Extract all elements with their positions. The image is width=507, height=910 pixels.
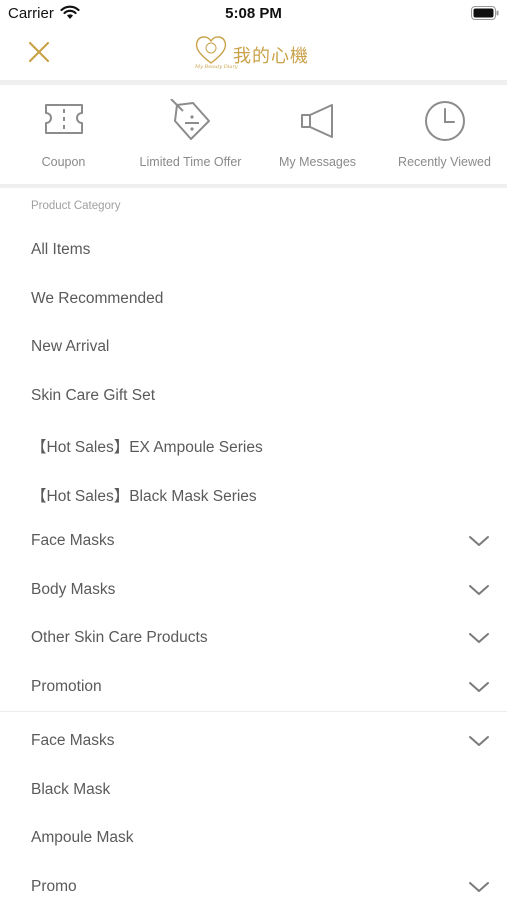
chevron-down-icon[interactable] (468, 631, 490, 645)
category-list: All Items We Recommended New Arrival Ski… (0, 225, 507, 710)
clock: 5:08 PM (0, 5, 507, 22)
category-item[interactable]: All Items (0, 225, 507, 274)
megaphone-icon (296, 99, 340, 143)
quick-actions-divider (0, 184, 507, 188)
category-item[interactable]: Ampoule Mask (0, 813, 507, 862)
category-item[interactable]: Promo (0, 862, 507, 910)
chevron-down-icon[interactable] (468, 680, 490, 694)
category-item[interactable]: New Arrival (0, 322, 507, 371)
status-bar: Carrier 5:08 PM (0, 0, 507, 28)
quick-actions: Coupon Limited Time Offer My Messages Re… (0, 85, 507, 185)
category-item[interactable]: Black Mask (0, 765, 507, 814)
category-item-label: Body Masks (31, 581, 115, 599)
category-item-label: Promo (31, 878, 77, 896)
category-item-label: Skin Care Gift Set (31, 387, 155, 405)
section-divider (0, 711, 507, 712)
chevron-down-icon[interactable] (468, 734, 490, 748)
category-item-label: Black Mask (31, 781, 110, 799)
category-item-label: We Recommended (31, 290, 163, 308)
secondary-category-list: Face Masks Black Mask Ampoule Mask Promo (0, 716, 507, 910)
coupon-button[interactable]: Coupon (0, 85, 127, 185)
category-item[interactable]: Face Masks (0, 716, 507, 765)
chevron-down-icon[interactable] (468, 534, 490, 548)
brand-tagline: My Beauty Diary (195, 64, 238, 70)
chevron-down-icon[interactable] (468, 583, 490, 597)
category-item-label: Face Masks (31, 532, 115, 550)
category-item[interactable]: Skin Care Gift Set (0, 371, 507, 420)
category-item[interactable]: Body Masks (0, 565, 507, 614)
brand-logo: 我的心機 My Beauty Diary (193, 32, 323, 74)
clock-icon (423, 99, 467, 143)
category-item-label: All Items (31, 241, 90, 259)
category-item[interactable]: Other Skin Care Products (0, 613, 507, 662)
price-tag-icon (169, 99, 213, 143)
limited-time-offer-button[interactable]: Limited Time Offer (127, 85, 254, 185)
recently-viewed-label: Recently Viewed (381, 155, 507, 169)
category-item-label: New Arrival (31, 338, 109, 356)
category-item-label: 【Hot Sales】EX Ampoule Series (31, 435, 263, 457)
my-messages-button[interactable]: My Messages (254, 85, 381, 185)
battery-icon (471, 6, 499, 25)
category-item[interactable]: We Recommended (0, 274, 507, 323)
brand-name: 我的心機 (233, 42, 309, 68)
category-item[interactable]: 【Hot Sales】EX Ampoule Series (0, 419, 507, 468)
section-title: Product Category (31, 200, 121, 212)
heart-emblem-icon (193, 32, 229, 68)
recently-viewed-button[interactable]: Recently Viewed (381, 85, 507, 185)
category-item[interactable]: 【Hot Sales】Black Mask Series (0, 468, 507, 517)
category-item[interactable]: Face Masks (0, 516, 507, 565)
coupon-label: Coupon (0, 155, 127, 169)
my-messages-label: My Messages (254, 155, 381, 169)
category-item-label: Promotion (31, 678, 102, 696)
close-icon[interactable] (27, 40, 51, 69)
category-item-label: Other Skin Care Products (31, 629, 208, 647)
chevron-down-icon[interactable] (468, 880, 490, 894)
ticket-icon (42, 99, 86, 139)
category-item[interactable]: Promotion (0, 662, 507, 711)
limited-time-offer-label: Limited Time Offer (127, 155, 254, 169)
category-item-label: Ampoule Mask (31, 829, 134, 847)
category-item-label: Face Masks (31, 732, 115, 750)
app-header: 我的心機 My Beauty Diary (0, 28, 507, 80)
category-item-label: 【Hot Sales】Black Mask Series (31, 484, 257, 506)
